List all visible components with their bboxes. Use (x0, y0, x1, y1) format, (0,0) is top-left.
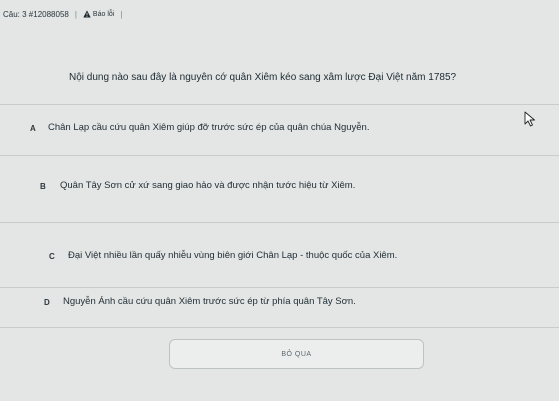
divider (0, 155, 559, 156)
option-letter: A (30, 124, 36, 133)
divider (0, 327, 559, 328)
option-letter: C (49, 252, 55, 261)
warning-triangle-icon (83, 10, 91, 18)
option-a[interactable]: A Chân Lạp cầu cứu quân Xiêm giúp đỡ trư… (0, 108, 559, 156)
option-text: Nguyễn Ánh cầu cứu quân Xiêm trước sức é… (63, 296, 356, 307)
mouse-pointer-icon (524, 111, 535, 127)
question-header: Câu: 3 #12088058 | Báo lỗi | (0, 0, 559, 28)
option-text: Quân Tây Sơn cử xứ sang giao hảo và được… (60, 180, 356, 191)
option-c[interactable]: C Đại Việt nhiều lần quấy nhiễu vùng biê… (0, 242, 559, 290)
option-d[interactable]: D Nguyễn Ánh cầu cứu quân Xiêm trước sức… (0, 292, 559, 340)
option-text: Đại Việt nhiều lần quấy nhiễu vùng biên … (68, 250, 398, 261)
option-text: Chân Lạp cầu cứu quân Xiêm giúp đỡ trước… (48, 122, 370, 133)
divider (0, 287, 559, 288)
question-id: Câu: 3 #12088058 (3, 9, 69, 19)
skip-button[interactable]: BỎ QUA (169, 339, 424, 369)
question-text: Nội dung nào sau đây là nguyên cớ quân X… (69, 72, 457, 83)
divider (0, 222, 559, 223)
report-error-label: Báo lỗi (92, 10, 115, 18)
option-letter: B (40, 182, 46, 191)
option-letter: D (44, 298, 50, 307)
header-separator: | (74, 9, 77, 19)
option-b[interactable]: B Quân Tây Sơn cử xứ sang giao hảo và đư… (0, 176, 559, 224)
report-error-link[interactable]: Báo lỗi (83, 10, 114, 18)
header-trailing-separator: | (120, 9, 123, 19)
divider (0, 104, 559, 105)
